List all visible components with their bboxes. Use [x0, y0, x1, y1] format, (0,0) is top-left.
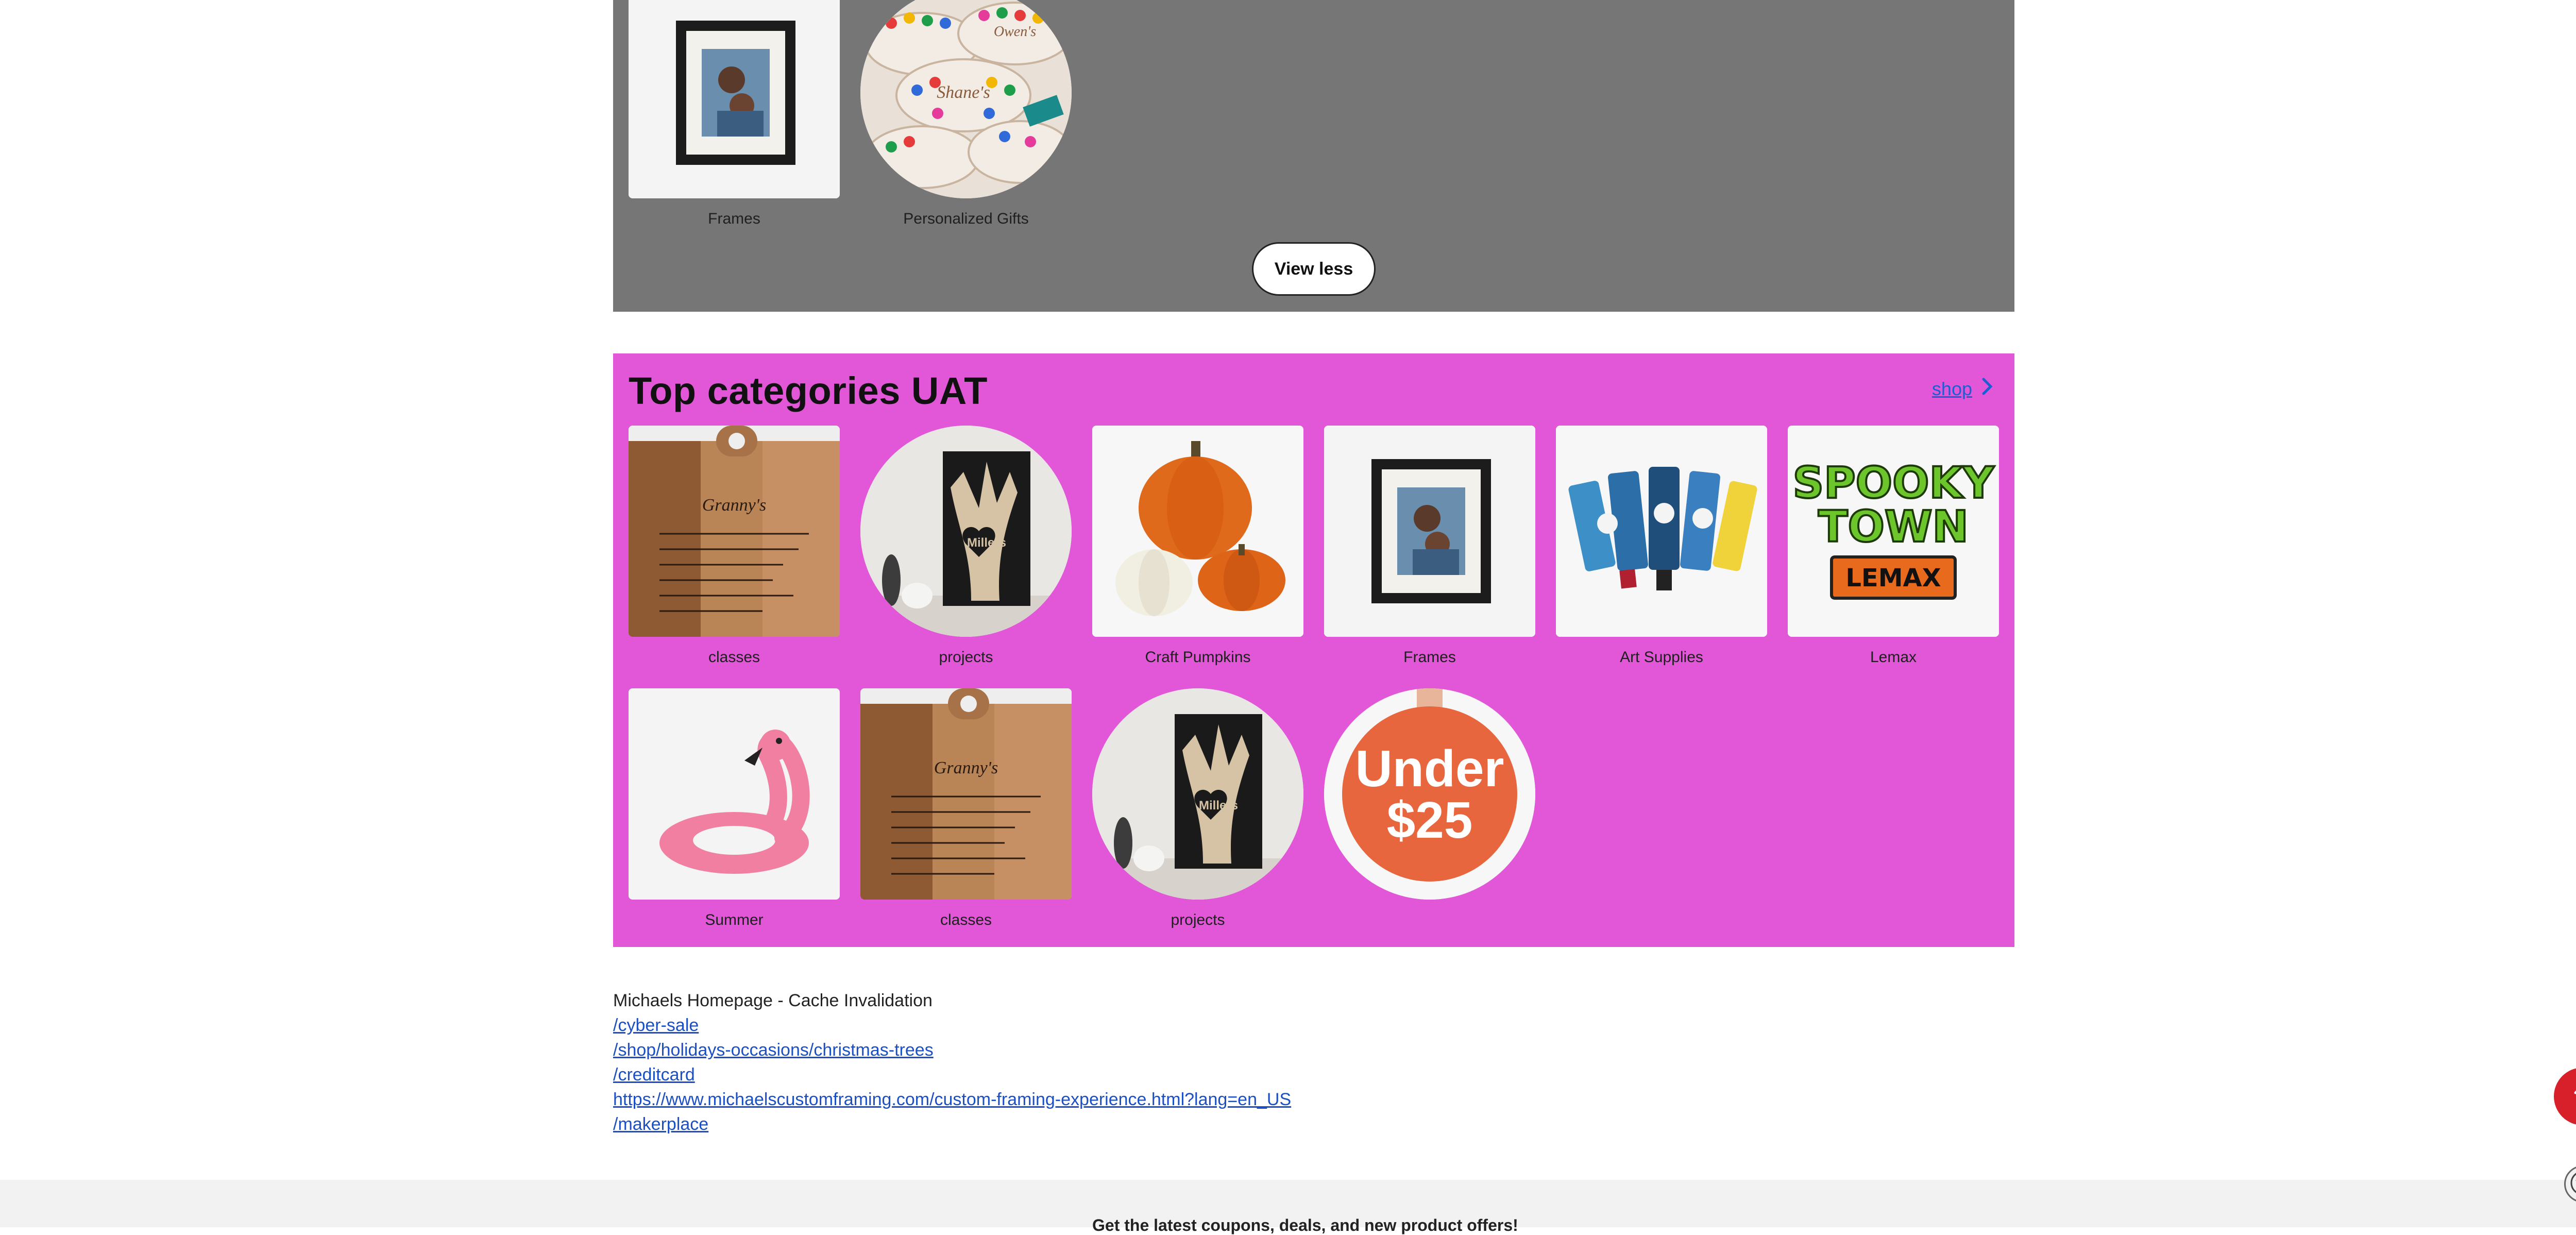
cutting-board-image: Granny's — [860, 688, 1072, 900]
spooky-town-logo: SPOOKY TOWN LEMAX — [1788, 426, 1999, 637]
category-tile-summer[interactable]: Summer — [629, 688, 840, 929]
section-title: Top categories UAT — [629, 369, 988, 412]
svg-text:Owen's: Owen's — [994, 24, 1036, 40]
cutting-board-image: Granny's — [629, 426, 840, 637]
personalized-ornaments-image: Shane's Owen's — [860, 0, 1072, 198]
sign-name-text: Millers — [1199, 799, 1238, 813]
links-heading: Michaels Homepage - Cache Invalidation — [613, 991, 933, 1010]
category-tile-projects[interactable]: Millers Est. 2010 projects — [1092, 688, 1303, 929]
spooky-line2-text: TOWN — [1818, 501, 1969, 552]
category-label: Frames — [1403, 649, 1456, 666]
board-title-text: Granny's — [702, 496, 766, 515]
link-christmas-trees[interactable]: /shop/holidays-occasions/christmas-trees — [613, 1038, 1291, 1062]
flamingo-float-image — [629, 688, 840, 900]
category-label: classes — [940, 911, 992, 928]
sign-est-text: Est. 2010 — [1205, 817, 1233, 825]
category-label: Personalized Gifts — [903, 210, 1029, 227]
framed-photo-image — [1324, 426, 1535, 637]
category-tile-art-supplies[interactable]: Art Supplies — [1556, 426, 1767, 667]
category-tile-classes[interactable]: Granny's classes — [629, 426, 840, 667]
accessibility-icon — [2570, 1170, 2576, 1198]
shop-link-label[interactable]: shop — [1932, 378, 1972, 400]
tree-sign-image: Millers Est. 2010 — [1092, 688, 1303, 900]
newsletter-footer: Get the latest coupons, deals, and new p… — [0, 1180, 2576, 1234]
pumpkins-image — [1092, 426, 1303, 637]
category-label: Lemax — [1870, 649, 1917, 666]
category-label: classes — [708, 649, 760, 666]
cache-links-block: Michaels Homepage - Cache Invalidation /… — [613, 988, 1291, 1137]
category-tile-projects[interactable]: Millers Est. 2010 projects — [860, 426, 1072, 667]
link-cyber-sale[interactable]: /cyber-sale — [613, 1013, 1291, 1038]
framed-photo-image — [629, 0, 840, 198]
tree-sign-image: Millers Est. 2010 — [860, 426, 1072, 637]
badge-line1: Under — [1355, 740, 1504, 798]
sign-name-text: Millers — [967, 536, 1006, 550]
category-label: projects — [1171, 911, 1225, 928]
link-makerplace[interactable]: /makerplace — [613, 1112, 1291, 1137]
category-label: Craft Pumpkins — [1145, 649, 1251, 666]
newsletter-text: Get the latest coupons, deals, and new p… — [1092, 1216, 1518, 1234]
category-label: projects — [939, 649, 993, 666]
category-tile-frames[interactable]: Frames — [1324, 426, 1535, 667]
view-less-button[interactable]: View less — [1252, 242, 1376, 296]
category-tile-craft-pumpkins[interactable]: Craft Pumpkins — [1092, 426, 1303, 667]
category-tile-lemax[interactable]: SPOOKY TOWN LEMAX Lemax — [1788, 426, 1999, 667]
link-creditcard[interactable]: /creditcard — [613, 1062, 1291, 1087]
category-tile-under-25[interactable]: Under $25 — [1324, 688, 1535, 900]
category-tile-frames[interactable]: Frames — [629, 0, 840, 228]
svg-text:Shane's: Shane's — [937, 83, 990, 102]
chevron-right-icon — [1981, 377, 1994, 401]
under-25-badge: Under $25 — [1324, 688, 1535, 900]
spooky-line1-text: SPOOKY — [1793, 458, 1995, 508]
lemax-text: LEMAX — [1845, 564, 1941, 593]
arrow-up-icon — [2572, 1081, 2576, 1111]
category-tile-classes[interactable]: Granny's classes — [860, 688, 1072, 929]
top-categories-section: Top categories UAT shop Granny's classes… — [613, 353, 2014, 947]
paint-tubes-image — [1556, 426, 1767, 637]
category-label: Frames — [708, 210, 760, 227]
category-label: Art Supplies — [1620, 649, 1703, 666]
badge-line2: $25 — [1387, 791, 1473, 849]
back-to-top-button[interactable] — [2554, 1068, 2576, 1125]
category-tile-personalized-gifts[interactable]: Shane's Owen's Personalized Gifts — [860, 0, 1072, 228]
sign-est-text: Est. 2010 — [973, 554, 1001, 562]
expanded-categories-panel: Frames Shane's Owen's Personalized Gifts… — [613, 0, 2014, 312]
shop-link[interactable]: shop — [1932, 377, 1994, 401]
category-label: Summer — [705, 911, 764, 928]
board-title-text: Granny's — [934, 758, 998, 777]
link-custom-framing[interactable]: https://www.michaelscustomframing.com/cu… — [613, 1087, 1291, 1112]
